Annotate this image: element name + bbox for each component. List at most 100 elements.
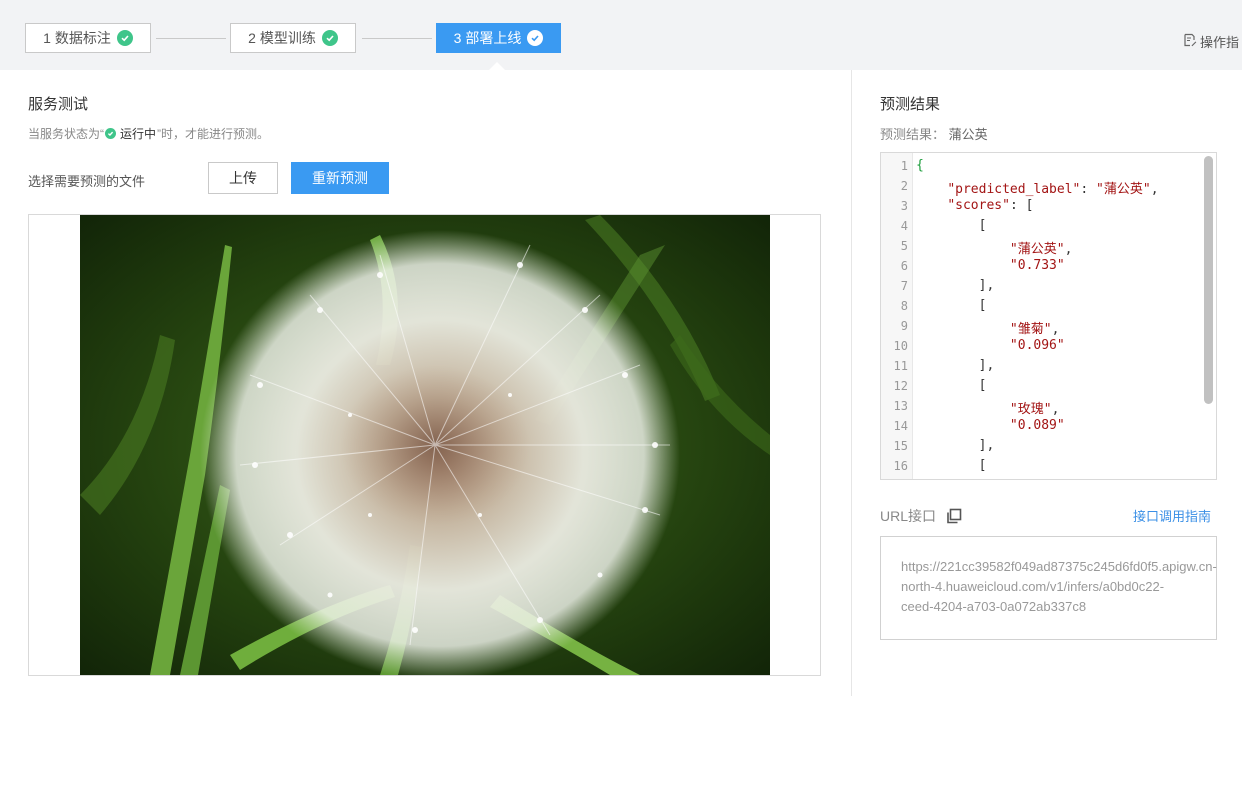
code-token: ], (978, 358, 995, 373)
upload-button[interactable]: 上传 (208, 162, 278, 194)
line-number: 6 (900, 259, 908, 273)
line-number: 1 (900, 159, 908, 173)
url-text-line: north-4.huaweicloud.com/v1/infers/a0bd0c… (901, 579, 1165, 594)
code-line: "蒲公英", (916, 238, 1072, 257)
line-number: 3 (900, 199, 908, 213)
line-number: 5 (900, 239, 908, 253)
line-number: 16 (893, 459, 908, 473)
code-token: : [ (1009, 198, 1034, 213)
operation-guide-label: 操作指 (1200, 35, 1240, 50)
url-interface-row: URL接口 (880, 506, 962, 526)
line-number: 13 (893, 399, 908, 413)
file-select-label: 选择需要预测的文件 (28, 174, 146, 189)
line-number: 14 (893, 419, 908, 433)
code-line: "雏菊", (916, 318, 1059, 337)
line-number: 9 (900, 319, 908, 333)
line-number: 2 (900, 179, 908, 193)
step-label: 2 模型训练 (248, 30, 316, 46)
step-label: 3 部署上线 (453, 30, 522, 46)
scrollbar-thumb[interactable] (1204, 156, 1213, 404)
code-line: ], (916, 358, 995, 373)
code-line: "0.096" (916, 338, 1065, 353)
step-model-training[interactable]: 2 模型训练 (230, 23, 356, 53)
code-token: , (1051, 322, 1060, 337)
status-running-label: 运行中 (120, 127, 157, 141)
code-token: "玫瑰" (1009, 402, 1052, 417)
edit-doc-icon (1183, 33, 1197, 50)
code-line: [ (916, 458, 987, 473)
code-token: ], (978, 438, 995, 453)
repredict-button[interactable]: 重新预测 (291, 162, 389, 194)
code-token: [ (978, 298, 987, 313)
code-line: "scores": [ (916, 198, 1033, 213)
code-token: "0.733" (1009, 258, 1065, 273)
status-hint-prefix: 当服务状态为“ (28, 127, 104, 141)
line-number: 8 (900, 299, 908, 313)
code-token: "蒲公英" (1009, 242, 1065, 257)
check-circle-icon (116, 30, 133, 46)
api-call-guide-link[interactable]: 接口调用指南 (1133, 506, 1211, 525)
code-line: ], (916, 278, 995, 293)
step-connector (362, 38, 432, 39)
code-line: [ (916, 378, 987, 393)
code-line: "0.089" (916, 418, 1065, 433)
line-number: 12 (893, 379, 908, 393)
operation-guide-link[interactable]: 操作指 (1183, 32, 1239, 51)
status-hint: 当服务状态为“ 运行中 ”时，才能进行预测。 (28, 125, 269, 142)
check-circle-icon (527, 30, 544, 46)
service-test-title: 服务测试 (28, 96, 89, 113)
code-token: "蒲公英" (1096, 182, 1151, 197)
prediction-result-label: 预测结果： (880, 127, 946, 142)
step-deploy[interactable]: 3 部署上线 (436, 23, 561, 53)
code-token: "雏菊" (1009, 322, 1052, 337)
code-token: , (1150, 182, 1159, 197)
code-token: ], (978, 278, 995, 293)
line-number: 4 (900, 219, 908, 233)
code-line: { (916, 158, 924, 173)
vertical-scrollbar[interactable] (1202, 153, 1216, 479)
code-token: : (1080, 182, 1097, 197)
url-text: https://221cc39582f049ad87375c245d6fd0f5… (901, 557, 1217, 617)
code-token: "0.089" (1009, 418, 1065, 433)
code-token: "0.096" (1009, 338, 1065, 353)
code-token: , (1051, 402, 1060, 417)
check-circle-icon (321, 30, 338, 46)
line-number: 11 (893, 359, 908, 373)
steps-bar: 1 数据标注 2 模型训练 3 部署上线 操作指 (0, 0, 1242, 70)
step-connector (156, 38, 226, 39)
active-step-pointer (489, 62, 505, 70)
code-token: [ (978, 218, 987, 233)
step-data-labeling[interactable]: 1 数据标注 (25, 23, 151, 53)
code-line: [ (916, 298, 987, 313)
prediction-result-summary: 预测结果： 蒲公英 (880, 124, 988, 143)
code-token: [ (978, 378, 987, 393)
image-preview-frame (28, 214, 821, 676)
copy-icon[interactable] (946, 508, 962, 524)
url-textbox[interactable]: https://221cc39582f049ad87375c245d6fd0f5… (880, 536, 1217, 640)
step-label: 1 数据标注 (43, 30, 111, 46)
code-token: , (1064, 242, 1073, 257)
code-line: "0.733" (916, 258, 1065, 273)
code-token: "scores" (947, 198, 1010, 213)
prediction-result-value: 蒲公英 (948, 127, 988, 142)
line-number-gutter: 1 2 3 4 5 6 7 8 9 10 11 12 13 14 15 16 (881, 153, 913, 479)
code-token: [ (978, 458, 987, 473)
url-text-line: ceed-4204-a703-0a072ab337c8 (901, 599, 1087, 614)
code-token: "predicted_label" (947, 182, 1081, 197)
code-token: { (916, 158, 924, 173)
check-circle-icon (105, 128, 116, 139)
line-number: 10 (893, 339, 908, 353)
code-line: [ (916, 218, 987, 233)
line-number: 7 (900, 279, 908, 293)
code-line: "玫瑰", (916, 398, 1059, 417)
code-line: ], (916, 438, 995, 453)
panel-divider (851, 70, 852, 696)
prediction-result-title: 预测结果 (880, 96, 941, 113)
json-result-viewer[interactable]: 1 2 3 4 5 6 7 8 9 10 11 12 13 14 15 16 {… (880, 152, 1217, 480)
code-line: "predicted_label": "蒲公英", (916, 178, 1159, 197)
dandelion-image (80, 215, 770, 675)
url-interface-label: URL接口 (880, 508, 937, 524)
url-text-line: https://221cc39582f049ad87375c245d6fd0f5… (901, 559, 1217, 574)
line-number: 15 (893, 439, 908, 453)
status-hint-suffix: ”时，才能进行预测。 (157, 127, 270, 141)
